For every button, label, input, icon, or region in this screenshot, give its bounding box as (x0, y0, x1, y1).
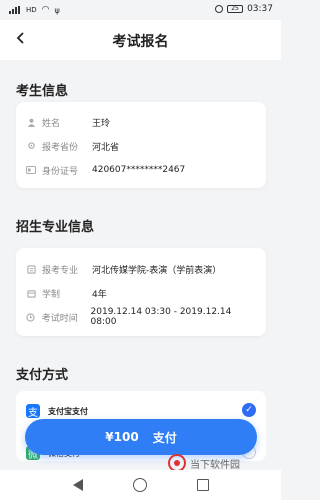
candidate-row-name: 姓名 王玲 (26, 114, 256, 130)
payment-method-alipay[interactable]: 支 支付宝支付 ✓ (26, 401, 256, 421)
major-row-exam-time: 考试时间 2019.12.14 03:30 - 2019.12.14 08:00 (26, 307, 256, 327)
system-nav-bar (0, 470, 281, 500)
candidate-row-province: 报考省份 河北省 (26, 138, 256, 154)
location-icon (26, 141, 36, 151)
network-label: HD (26, 6, 37, 14)
candidate-row-id: 身份证号 420607********2467 (26, 162, 256, 178)
major-card: 报考专业 河北传媒学院-表演（学前表演） 学制 4年 考试时间 2019.12.… (16, 248, 266, 336)
candidate-card: 姓名 王玲 报考省份 河北省 身份证号 420607********2467 (16, 102, 266, 188)
pay-label: 支付 (152, 430, 177, 445)
row-label: 姓名 (42, 118, 61, 129)
battery-icon: 25 (227, 5, 244, 13)
pay-button[interactable]: ¥100 支付 (25, 419, 257, 455)
row-label: 报考专业 (42, 265, 79, 276)
row-label: 报考省份 (42, 142, 79, 153)
wifi-icon: ◠ (41, 5, 50, 15)
row-label: 考试时间 (41, 313, 78, 324)
id-card-icon (26, 165, 36, 175)
clock-icon (26, 312, 36, 322)
row-label: 学制 (42, 289, 61, 300)
row-value: 河北传媒学院-表演（学前表演） (92, 265, 222, 276)
row-value: 420607********2467 (92, 165, 186, 175)
page-title: 考试报名 (112, 34, 169, 50)
status-left: HD ◠ ψ (9, 5, 60, 15)
clock-time: 03:37 (247, 4, 273, 14)
alarm-icon (215, 5, 224, 13)
calendar-icon (26, 288, 36, 298)
row-value: 河北省 (92, 142, 120, 153)
nav-home-icon[interactable] (133, 478, 147, 492)
payment-method-label: 支付宝支付 (48, 406, 88, 416)
payment-section-title: 支付方式 (16, 368, 69, 383)
major-row-duration: 学制 4年 (26, 285, 256, 301)
pay-amount: ¥100 (105, 430, 139, 444)
row-label: 身份证号 (42, 166, 79, 177)
candidate-section-title: 考生信息 (16, 84, 69, 99)
major-section-title: 招生专业信息 (16, 220, 95, 235)
nav-back-icon[interactable] (73, 479, 83, 491)
major-row-program: 报考专业 河北传媒学院-表演（学前表演） (26, 261, 256, 277)
status-right: 25 03:37 (215, 4, 273, 14)
person-icon (26, 117, 36, 127)
usb-icon: ψ (54, 5, 60, 15)
watermark-name: 当下软件园 (190, 459, 240, 471)
row-value: 2019.12.14 03:30 - 2019.12.14 08:00 (90, 307, 232, 327)
signal-icon (9, 6, 21, 14)
app-header: 考试报名 (0, 20, 281, 60)
nav-recent-icon[interactable] (197, 479, 209, 491)
row-value: 4年 (92, 289, 107, 300)
status-bar: HD ◠ ψ 25 03:37 (0, 0, 281, 20)
row-value: 王玲 (92, 118, 111, 129)
alipay-icon: 支 (26, 404, 40, 419)
major-icon (26, 264, 36, 274)
checked-icon[interactable]: ✓ (242, 403, 256, 417)
